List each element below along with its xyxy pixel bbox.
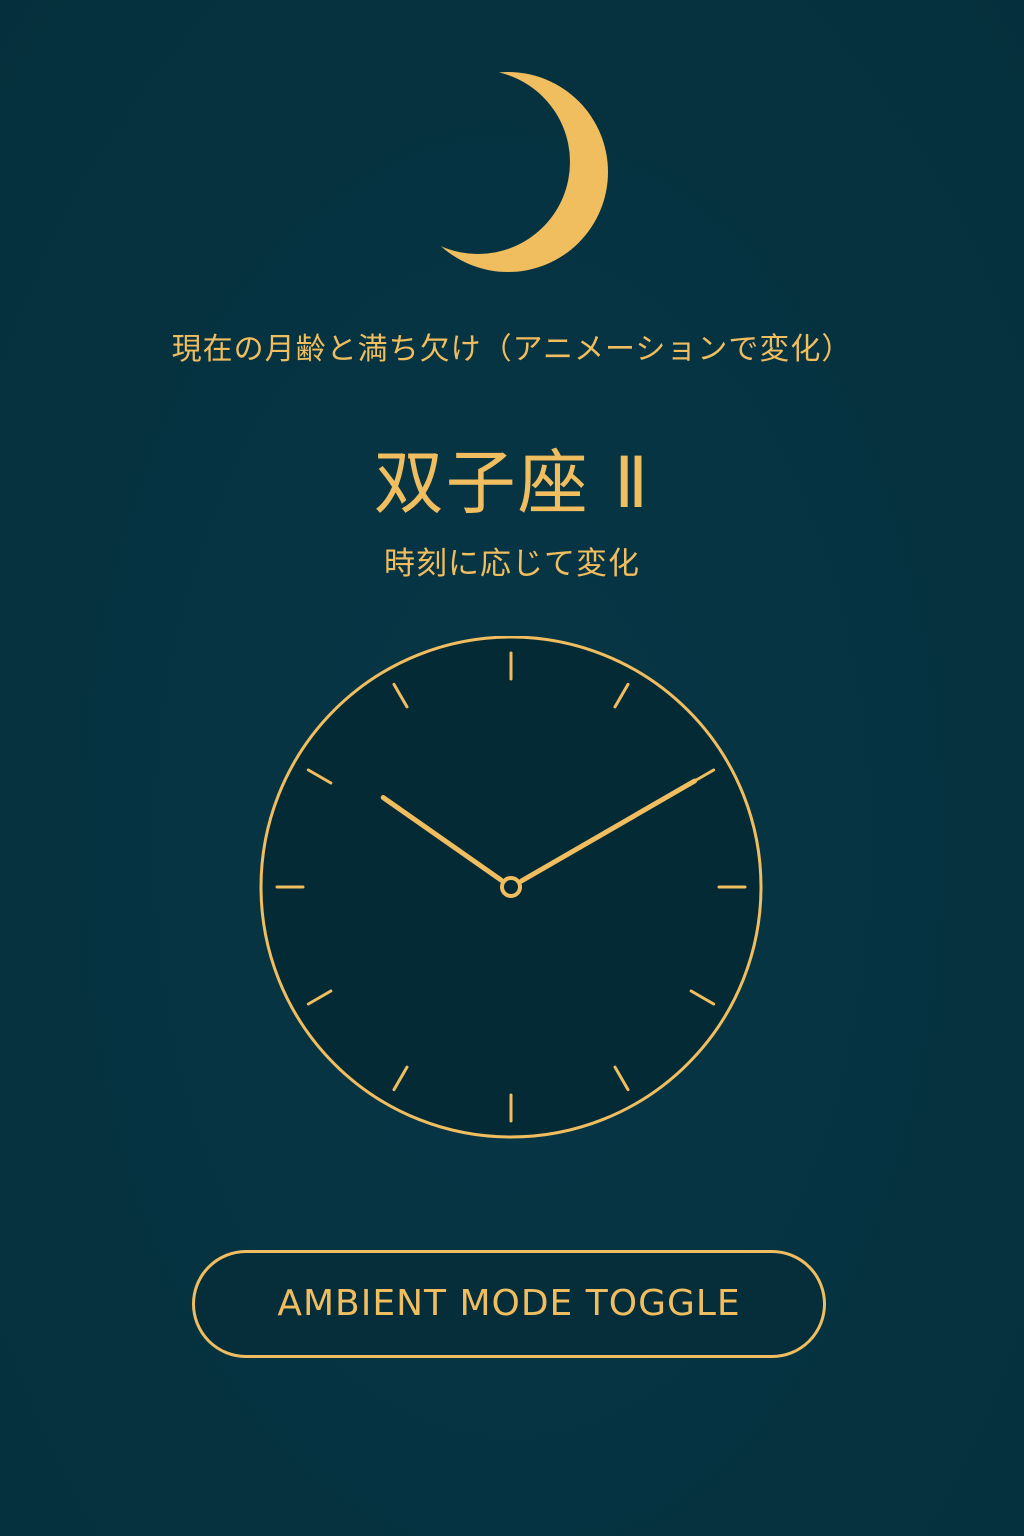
moon-phase-caption: 現在の月齢と満ち欠け（アニメーションで変化） bbox=[171, 332, 853, 367]
zodiac-sign-title: 双子座 Ⅱ bbox=[373, 442, 651, 524]
zodiac-caption: 時刻に応じて変化 bbox=[384, 546, 640, 582]
clock-center-pivot bbox=[500, 876, 522, 898]
ambient-mode-toggle-button[interactable]: AMBIENT MODE TOGGLE bbox=[192, 1250, 826, 1358]
analog-clock bbox=[259, 636, 763, 1139]
crescent-moon-icon bbox=[408, 72, 608, 272]
